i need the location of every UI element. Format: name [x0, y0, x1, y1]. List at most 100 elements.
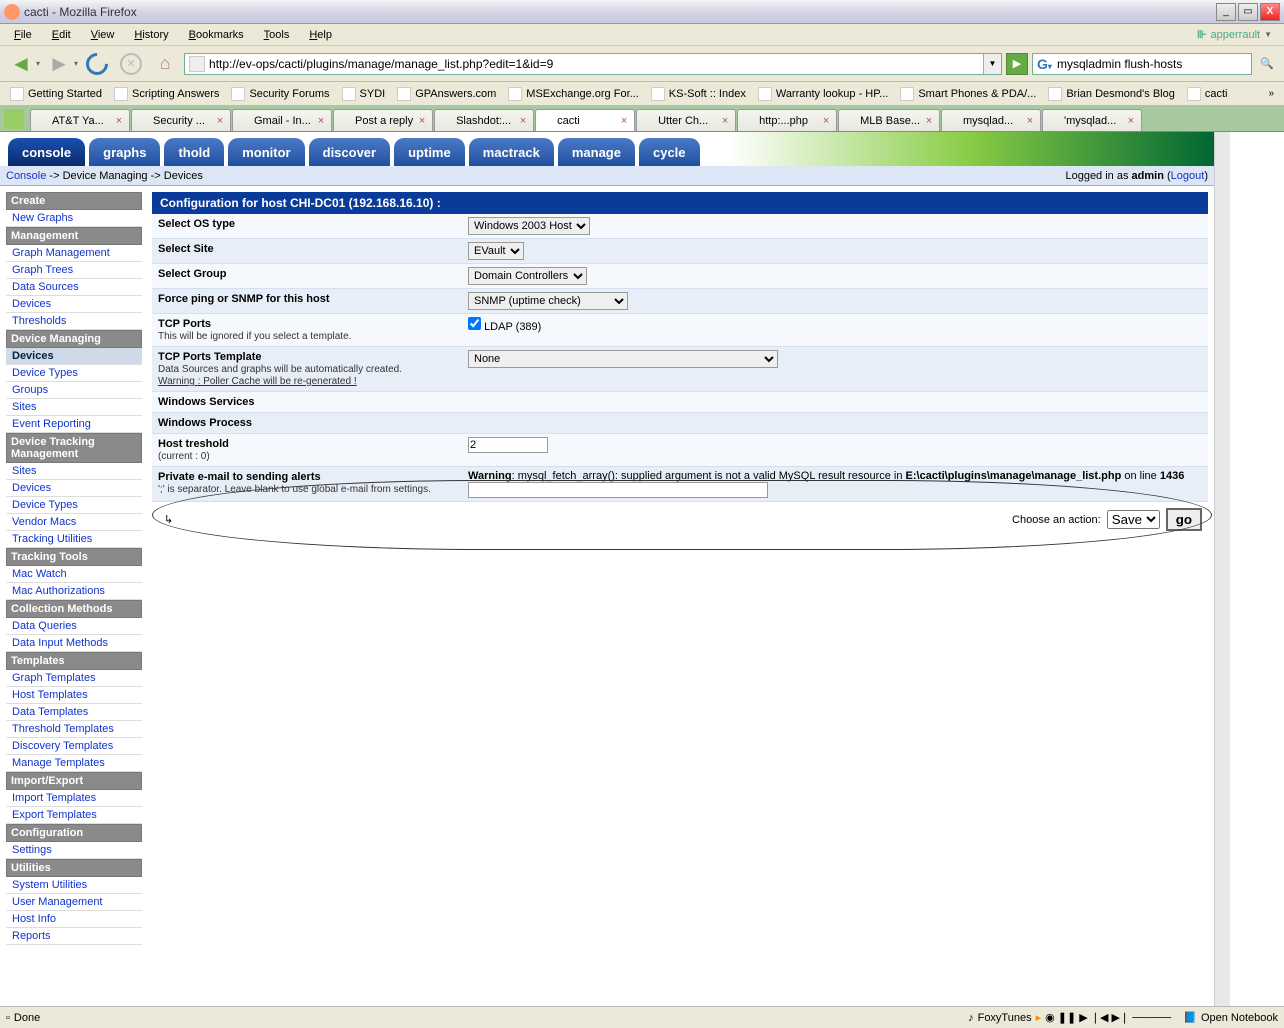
- tab-close-icon[interactable]: ×: [214, 115, 226, 127]
- browser-tab[interactable]: MLB Base...×: [838, 109, 940, 131]
- tab-close-icon[interactable]: ×: [315, 115, 327, 127]
- os-type-select[interactable]: Windows 2003 Host: [468, 217, 590, 235]
- email-input[interactable]: [468, 482, 768, 498]
- search-bar[interactable]: G▾: [1032, 53, 1252, 75]
- close-button[interactable]: X: [1260, 3, 1280, 21]
- url-dropdown[interactable]: ▼: [983, 54, 1001, 74]
- nav-link[interactable]: Device Types: [6, 365, 142, 382]
- vertical-scrollbar[interactable]: [1214, 132, 1230, 1006]
- nav-link[interactable]: Data Queries: [6, 618, 142, 635]
- new-tab-button[interactable]: [4, 109, 24, 129]
- nav-link[interactable]: Groups: [6, 382, 142, 399]
- browser-tab[interactable]: 'mysqlad...×: [1042, 109, 1142, 131]
- foxytunes[interactable]: ♪FoxyTunes ▸ ◉ ❚❚ ▶ ❘◀ ▶❘ ─────: [968, 1011, 1171, 1024]
- nav-link[interactable]: Devices: [6, 348, 142, 365]
- open-notebook[interactable]: 📘Open Notebook: [1183, 1011, 1278, 1024]
- action-go-button[interactable]: go: [1166, 508, 1202, 531]
- nav-link[interactable]: Thresholds: [6, 313, 142, 330]
- browser-tab[interactable]: Post a reply×: [333, 109, 433, 131]
- bookmark-item[interactable]: GPAnswers.com: [391, 85, 502, 103]
- url-input[interactable]: [209, 57, 983, 71]
- tab-close-icon[interactable]: ×: [719, 115, 731, 127]
- go-button[interactable]: ▶: [1006, 53, 1028, 75]
- tcp-template-select[interactable]: None: [468, 350, 778, 368]
- browser-tab[interactable]: AT&T Ya...×: [30, 109, 130, 131]
- nav-link[interactable]: Devices: [6, 480, 142, 497]
- bookmark-item[interactable]: SYDI: [336, 85, 392, 103]
- bookmark-item[interactable]: Getting Started: [4, 85, 108, 103]
- search-input[interactable]: [1057, 57, 1251, 71]
- nav-link[interactable]: Data Input Methods: [6, 635, 142, 652]
- group-select[interactable]: Domain Controllers: [468, 267, 587, 285]
- bookmark-item[interactable]: cacti: [1181, 85, 1234, 103]
- ldap-checkbox[interactable]: [468, 317, 481, 330]
- nav-link[interactable]: Tracking Utilities: [6, 531, 142, 548]
- cacti-tab-console[interactable]: console: [8, 138, 85, 166]
- action-select[interactable]: Save: [1107, 510, 1160, 529]
- cacti-tab-cycle[interactable]: cycle: [639, 138, 700, 166]
- nav-link[interactable]: User Management: [6, 894, 142, 911]
- home-button[interactable]: ⌂: [150, 50, 180, 78]
- nav-link[interactable]: Import Templates: [6, 790, 142, 807]
- nav-link[interactable]: Discovery Templates: [6, 738, 142, 755]
- breadcrumb-console[interactable]: Console: [6, 170, 46, 182]
- tab-close-icon[interactable]: ×: [517, 115, 529, 127]
- nav-link[interactable]: Graph Templates: [6, 670, 142, 687]
- cacti-tab-discover[interactable]: discover: [309, 138, 390, 166]
- bookmark-item[interactable]: Scripting Answers: [108, 85, 225, 103]
- bookmark-item[interactable]: KS-Soft :: Index: [645, 85, 752, 103]
- nav-link[interactable]: Graph Trees: [6, 262, 142, 279]
- site-select[interactable]: EVault: [468, 242, 524, 260]
- cacti-tab-monitor[interactable]: monitor: [228, 138, 304, 166]
- nav-link[interactable]: Export Templates: [6, 807, 142, 824]
- nav-link[interactable]: Threshold Templates: [6, 721, 142, 738]
- browser-tab[interactable]: cacti×: [535, 109, 635, 131]
- user-badge[interactable]: ⊪ apperrault ▼: [1197, 28, 1280, 41]
- menu-edit[interactable]: Edit: [42, 26, 81, 44]
- back-button[interactable]: ◄: [6, 50, 36, 78]
- nav-link[interactable]: Settings: [6, 842, 142, 859]
- forward-history-dropdown[interactable]: ▾: [74, 59, 78, 68]
- nav-link[interactable]: Data Sources: [6, 279, 142, 296]
- tab-close-icon[interactable]: ×: [923, 115, 935, 127]
- cacti-tab-manage[interactable]: manage: [558, 138, 635, 166]
- minimize-button[interactable]: _: [1216, 3, 1236, 21]
- nav-link[interactable]: Sites: [6, 463, 142, 480]
- nav-link[interactable]: Host Templates: [6, 687, 142, 704]
- logout-link[interactable]: Logout: [1171, 170, 1205, 182]
- nav-link[interactable]: Host Info: [6, 911, 142, 928]
- google-icon[interactable]: G▾: [1037, 56, 1053, 72]
- bookmark-item[interactable]: Security Forums: [225, 85, 335, 103]
- browser-tab[interactable]: Utter Ch...×: [636, 109, 736, 131]
- tab-close-icon[interactable]: ×: [1125, 115, 1137, 127]
- maximize-button[interactable]: ▭: [1238, 3, 1258, 21]
- menu-tools[interactable]: Tools: [254, 26, 300, 44]
- threshold-input[interactable]: [468, 437, 548, 453]
- menu-history[interactable]: History: [124, 26, 178, 44]
- bookmark-item[interactable]: Brian Desmond's Blog: [1042, 85, 1181, 103]
- nav-link[interactable]: System Utilities: [6, 877, 142, 894]
- nav-link[interactable]: New Graphs: [6, 210, 142, 227]
- bookmark-item[interactable]: Smart Phones & PDA/...: [894, 85, 1042, 103]
- browser-tab[interactable]: Slashdot:...×: [434, 109, 534, 131]
- bookmarks-overflow[interactable]: »: [1262, 88, 1280, 99]
- menu-view[interactable]: View: [81, 26, 125, 44]
- browser-tab[interactable]: mysqlad...×: [941, 109, 1041, 131]
- tab-close-icon[interactable]: ×: [820, 115, 832, 127]
- search-go-button[interactable]: 🔍: [1256, 53, 1278, 75]
- browser-tab[interactable]: Gmail - In...×: [232, 109, 332, 131]
- tab-close-icon[interactable]: ×: [113, 115, 125, 127]
- nav-link[interactable]: Data Templates: [6, 704, 142, 721]
- tab-close-icon[interactable]: ×: [1024, 115, 1036, 127]
- tab-close-icon[interactable]: ×: [416, 115, 428, 127]
- nav-link[interactable]: Graph Management: [6, 245, 142, 262]
- browser-tab[interactable]: Security ...×: [131, 109, 231, 131]
- url-bar[interactable]: ▼: [184, 53, 1002, 75]
- nav-link[interactable]: Sites: [6, 399, 142, 416]
- cacti-tab-graphs[interactable]: graphs: [89, 138, 160, 166]
- nav-link[interactable]: Reports: [6, 928, 142, 945]
- bookmark-item[interactable]: MSExchange.org For...: [502, 85, 645, 103]
- tab-close-icon[interactable]: ×: [618, 115, 630, 127]
- menu-help[interactable]: Help: [299, 26, 342, 44]
- menu-file[interactable]: File: [4, 26, 42, 44]
